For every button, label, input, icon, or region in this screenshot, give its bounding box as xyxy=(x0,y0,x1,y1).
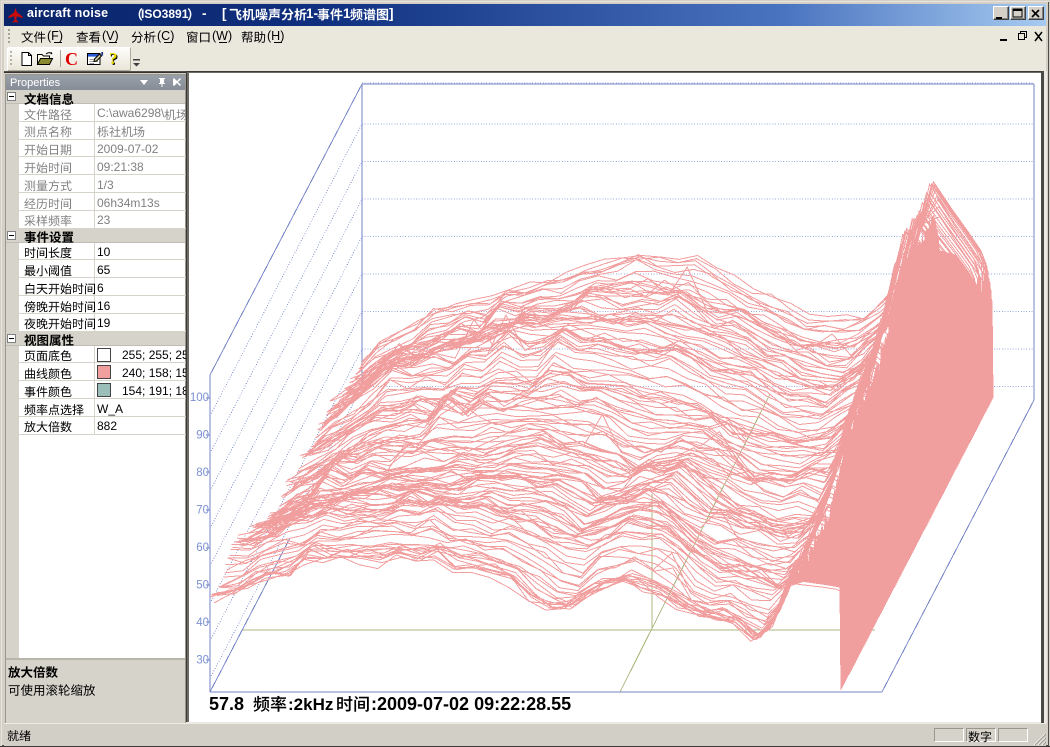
svg-text:40: 40 xyxy=(196,617,209,629)
svg-text:80: 80 xyxy=(196,467,209,479)
